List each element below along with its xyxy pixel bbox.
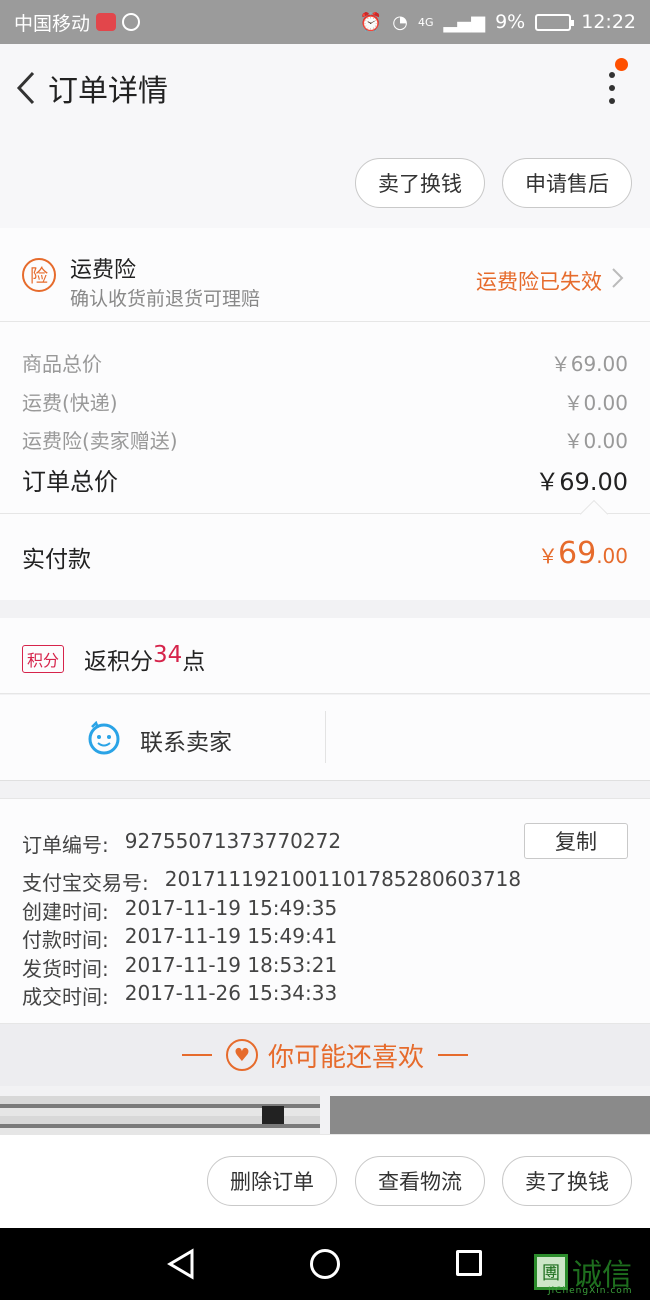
points-suffix: 点 — [182, 649, 206, 675]
watermark-url: JiChengXin.com — [548, 1286, 633, 1296]
amount-integer: 69 — [558, 536, 597, 571]
status-bar: 中国移动 ⏰ ◔ 4G ▂▄▆ 9% 12:22 — [0, 0, 650, 44]
price-label: 运费险(卖家赠送) — [22, 429, 178, 453]
delete-order-button[interactable]: 删除订单 — [207, 1156, 337, 1206]
currency-symbol: ￥ — [538, 544, 558, 568]
watermark-mark: 圑 — [534, 1254, 568, 1290]
info-label: 成交时间: — [22, 985, 109, 1009]
view-logistics-button[interactable]: 查看物流 — [355, 1156, 485, 1206]
recommend-products — [0, 1096, 650, 1136]
info-row: 支付宝交易号: 2017111921001101785280603718 — [22, 867, 521, 896]
sell-exchange-bottom-button[interactable]: 卖了换钱 — [502, 1156, 632, 1206]
points-row: 积分 返积分 34 点 — [0, 618, 650, 694]
hand-icon — [122, 13, 141, 31]
back-button[interactable] — [4, 44, 48, 132]
dot — [609, 98, 615, 104]
price-value: ￥0.00 — [563, 391, 628, 415]
chevron-right-icon — [612, 268, 624, 288]
price-value: ￥69.00 — [550, 352, 628, 376]
actual-payment-amount: ￥ 69 .00 — [538, 536, 628, 571]
info-value: 2017-11-19 15:49:41 — [124, 924, 338, 948]
top-actions: 卖了换钱 申请售后 — [0, 132, 650, 228]
actual-payment-row: 实付款 ￥ 69 .00 — [0, 499, 650, 600]
notification-dot — [615, 58, 628, 71]
clock: 12:22 — [581, 11, 636, 33]
info-row: 创建时间: 2017-11-19 15:49:35 — [22, 896, 337, 925]
signal-icon: ▂▄▆ — [443, 11, 486, 33]
battery-icon — [535, 13, 575, 31]
order-info: 订单编号: 92755071373770272 复制 支付宝交易号: 20171… — [0, 798, 650, 1024]
info-value: 2017-11-19 15:49:35 — [124, 896, 338, 920]
dot — [609, 85, 615, 91]
info-label: 支付宝交易号: — [22, 871, 149, 895]
price-label: 运费(快递) — [22, 391, 118, 415]
carrier-group: 中国移动 — [14, 9, 141, 36]
insurance-title: 运费险 — [70, 258, 137, 283]
product-image[interactable] — [0, 1096, 320, 1136]
amount-decimal: .00 — [596, 544, 628, 568]
actual-payment-label: 实付款 — [22, 547, 91, 573]
points-amount: 34 — [153, 642, 183, 668]
insurance-subtitle: 确认收货前退货可理赔 — [70, 288, 261, 310]
info-row: 发货时间: 2017-11-19 18:53:21 — [22, 953, 337, 982]
price-row: 商品总价 ￥69.00 — [22, 348, 628, 377]
info-row: 付款时间: 2017-11-19 15:49:41 — [22, 924, 337, 953]
order-total-row: 订单总价 ￥69.00 — [22, 462, 628, 497]
info-row: 成交时间: 2017-11-26 15:34:33 — [22, 981, 337, 1010]
order-total-label: 订单总价 — [22, 468, 118, 496]
price-label: 商品总价 — [22, 352, 102, 376]
info-row: 订单编号: 92755071373770272 — [22, 829, 341, 858]
insurance-status: 运费险已失效 — [476, 270, 602, 294]
info-label: 付款时间: — [22, 928, 109, 952]
alarm-icon: ⏰ — [359, 11, 383, 33]
info-value: 2017111921001101785280603718 — [164, 867, 522, 891]
info-label: 创建时间: — [22, 900, 109, 924]
page-title: 订单详情 — [48, 74, 168, 109]
recommend-title: 你可能还喜欢 — [267, 1042, 424, 1073]
info-value: 92755071373770272 — [124, 829, 342, 853]
status-right: ⏰ ◔ 4G ▂▄▆ 9% 12:22 — [360, 11, 636, 33]
price-row: 运费(快递) ￥0.00 — [22, 387, 628, 416]
points-badge: 积分 — [22, 645, 65, 673]
nav-home-icon[interactable] — [310, 1249, 340, 1279]
chat-face-icon[interactable] — [86, 721, 122, 755]
product-image[interactable] — [330, 1096, 650, 1136]
contact-seller-button[interactable]: 联系卖家 — [140, 723, 232, 757]
after-sales-button[interactable]: 申请售后 — [502, 158, 632, 208]
decorative-line-right — [438, 1054, 468, 1056]
product-tag — [262, 1106, 284, 1124]
recommend-header: ♥ 你可能还喜欢 — [0, 1024, 650, 1086]
freight-insurance-row[interactable]: 险 运费险 确认收货前退货可理赔 运费险已失效 — [0, 228, 650, 322]
divider — [325, 711, 326, 763]
decorative-line-left — [181, 1054, 212, 1056]
info-label: 发货时间: — [22, 957, 109, 981]
info-label: 订单编号: — [22, 833, 109, 857]
sell-exchange-button[interactable]: 卖了换钱 — [355, 158, 485, 208]
heart-icon: ♥ — [225, 1039, 258, 1071]
nav-bar: 订单详情 — [0, 44, 650, 132]
nav-back-icon[interactable] — [166, 1248, 196, 1280]
carrier-name: 中国移动 — [14, 12, 91, 35]
points-text: 返积分 34 点 — [84, 642, 205, 676]
price-value: ￥0.00 — [563, 429, 628, 453]
app-notification-icon — [96, 13, 117, 31]
dot — [609, 72, 615, 78]
more-menu-button[interactable] — [600, 68, 624, 108]
nav-recent-icon[interactable] — [456, 1250, 482, 1276]
battery-percent: 9% — [495, 11, 526, 33]
network-type: 4G — [418, 15, 434, 29]
insurance-icon: 险 — [22, 258, 56, 292]
bottom-action-bar: 删除订单 查看物流 卖了换钱 — [0, 1134, 650, 1228]
copy-button[interactable]: 复制 — [524, 823, 628, 859]
points-prefix: 返积分 — [84, 649, 153, 675]
price-breakdown: 商品总价 ￥69.00 运费(快递) ￥0.00 运费险(卖家赠送) ￥0.00… — [0, 322, 650, 514]
info-value: 2017-11-26 15:34:33 — [124, 981, 338, 1005]
chevron-left-icon — [16, 71, 35, 105]
order-total-value: ￥69.00 — [535, 468, 628, 496]
contact-row: 联系卖家 — [0, 695, 650, 781]
info-value: 2017-11-19 18:53:21 — [124, 953, 338, 977]
price-row: 运费险(卖家赠送) ￥0.00 — [22, 425, 628, 454]
wifi-icon: ◔ — [392, 11, 409, 33]
